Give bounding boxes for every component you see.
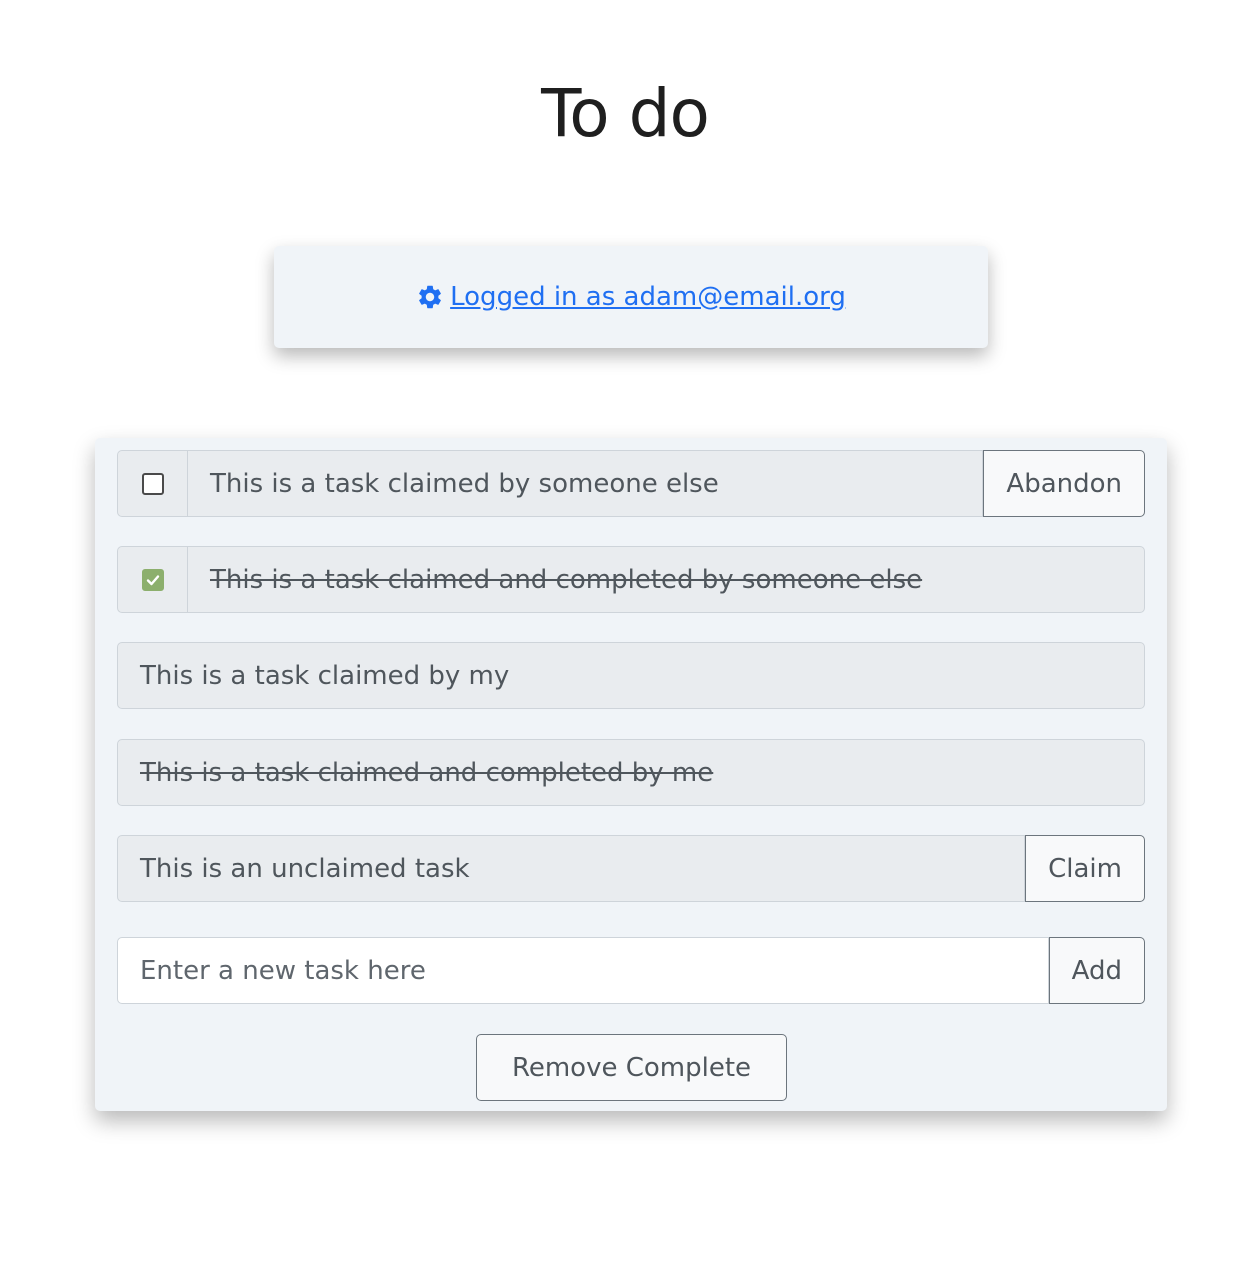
task-row: This is an unclaimed task Claim [117,835,1145,902]
new-task-input[interactable] [117,937,1049,1004]
task-text: This is a task claimed and completed by … [117,739,1145,806]
task-text: This is a task claimed by someone else [187,450,984,517]
task-text: This is an unclaimed task [117,835,1026,902]
add-button[interactable]: Add [1048,937,1145,1004]
remove-complete-button[interactable]: Remove Complete [476,1034,787,1101]
task-checkbox[interactable] [141,472,164,495]
task-checkbox-checked[interactable] [141,568,164,591]
task-row: This is a task claimed by someone else A… [117,450,1145,517]
task-row: This is a task claimed and completed by … [117,546,1145,613]
task-row: This is a task claimed by my [117,642,1145,709]
task-text: This is a task claimed by my [117,642,1145,709]
task-text: This is a task claimed and completed by … [187,546,1145,613]
login-card: Logged in as adam@email.org [274,246,988,348]
checkbox-cell [117,450,187,517]
logged-in-link[interactable]: Logged in as adam@email.org [416,282,846,312]
page-title: To do [541,75,710,152]
task-row: This is a task claimed and completed by … [117,739,1145,806]
claim-button[interactable]: Claim [1025,835,1145,902]
task-list-card: This is a task claimed by someone else A… [95,438,1167,1111]
new-task-row: Add [117,937,1145,1004]
abandon-button[interactable]: Abandon [983,450,1145,517]
checkbox-cell [117,546,187,613]
checkmark-icon [146,574,159,585]
logged-in-label: Logged in as adam@email.org [450,282,846,312]
gear-icon [416,283,444,311]
